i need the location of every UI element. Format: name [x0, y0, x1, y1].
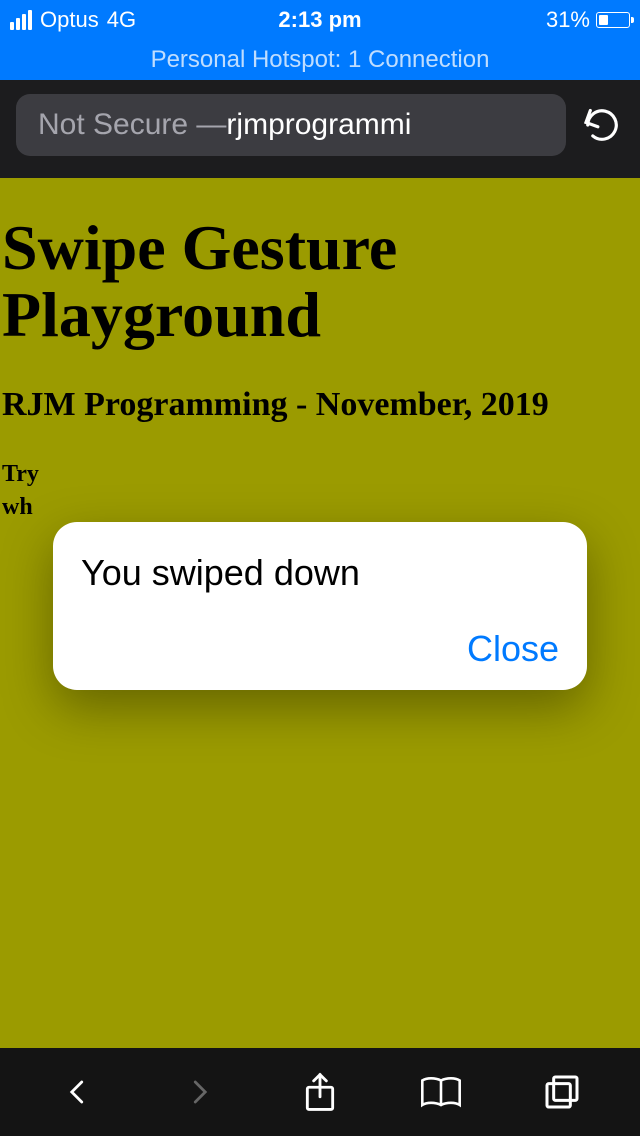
page-byline: RJM Programming - November, 2019: [2, 386, 632, 424]
network-label: 4G: [107, 7, 136, 33]
book-icon: [418, 1072, 464, 1112]
forward-button: [173, 1066, 225, 1118]
signal-icon: [10, 10, 32, 30]
safari-bottom-toolbar: [0, 1048, 640, 1136]
carrier-label: Optus: [40, 7, 99, 33]
page-title: Swipe Gesture Playground: [2, 214, 632, 348]
clock-label: 2:13 pm: [278, 7, 361, 33]
url-host: rjmprogrammi: [226, 108, 411, 142]
battery-percent: 31%: [546, 7, 590, 33]
chevron-right-icon: [184, 1070, 214, 1114]
chevron-left-icon: [63, 1070, 93, 1114]
tabs-icon: [542, 1072, 582, 1112]
share-button[interactable]: [294, 1066, 346, 1118]
page-instructions: Try wh: [2, 458, 632, 523]
share-icon: [301, 1069, 339, 1115]
safari-address-bar-area: Not Secure — rjmprogrammi: [0, 80, 640, 178]
not-secure-label: Not Secure —: [38, 108, 226, 142]
alert-close-button[interactable]: Close: [467, 628, 559, 670]
status-right: 31%: [546, 7, 630, 33]
address-bar[interactable]: Not Secure — rjmprogrammi: [16, 94, 566, 156]
alert-message: You swiped down: [81, 552, 559, 594]
battery-icon: [596, 12, 630, 28]
alert-dialog: You swiped down Close: [53, 522, 587, 690]
bookmarks-button[interactable]: [415, 1066, 467, 1118]
status-left: Optus 4G: [10, 7, 136, 33]
tabs-button[interactable]: [536, 1066, 588, 1118]
reload-button[interactable]: [580, 103, 624, 147]
reload-icon: [583, 106, 621, 144]
back-button[interactable]: [52, 1066, 104, 1118]
hotspot-banner[interactable]: Personal Hotspot: 1 Connection: [0, 40, 640, 80]
hotspot-label: Personal Hotspot: 1 Connection: [151, 46, 490, 74]
ios-status-bar: Optus 4G 2:13 pm 31%: [0, 0, 640, 40]
